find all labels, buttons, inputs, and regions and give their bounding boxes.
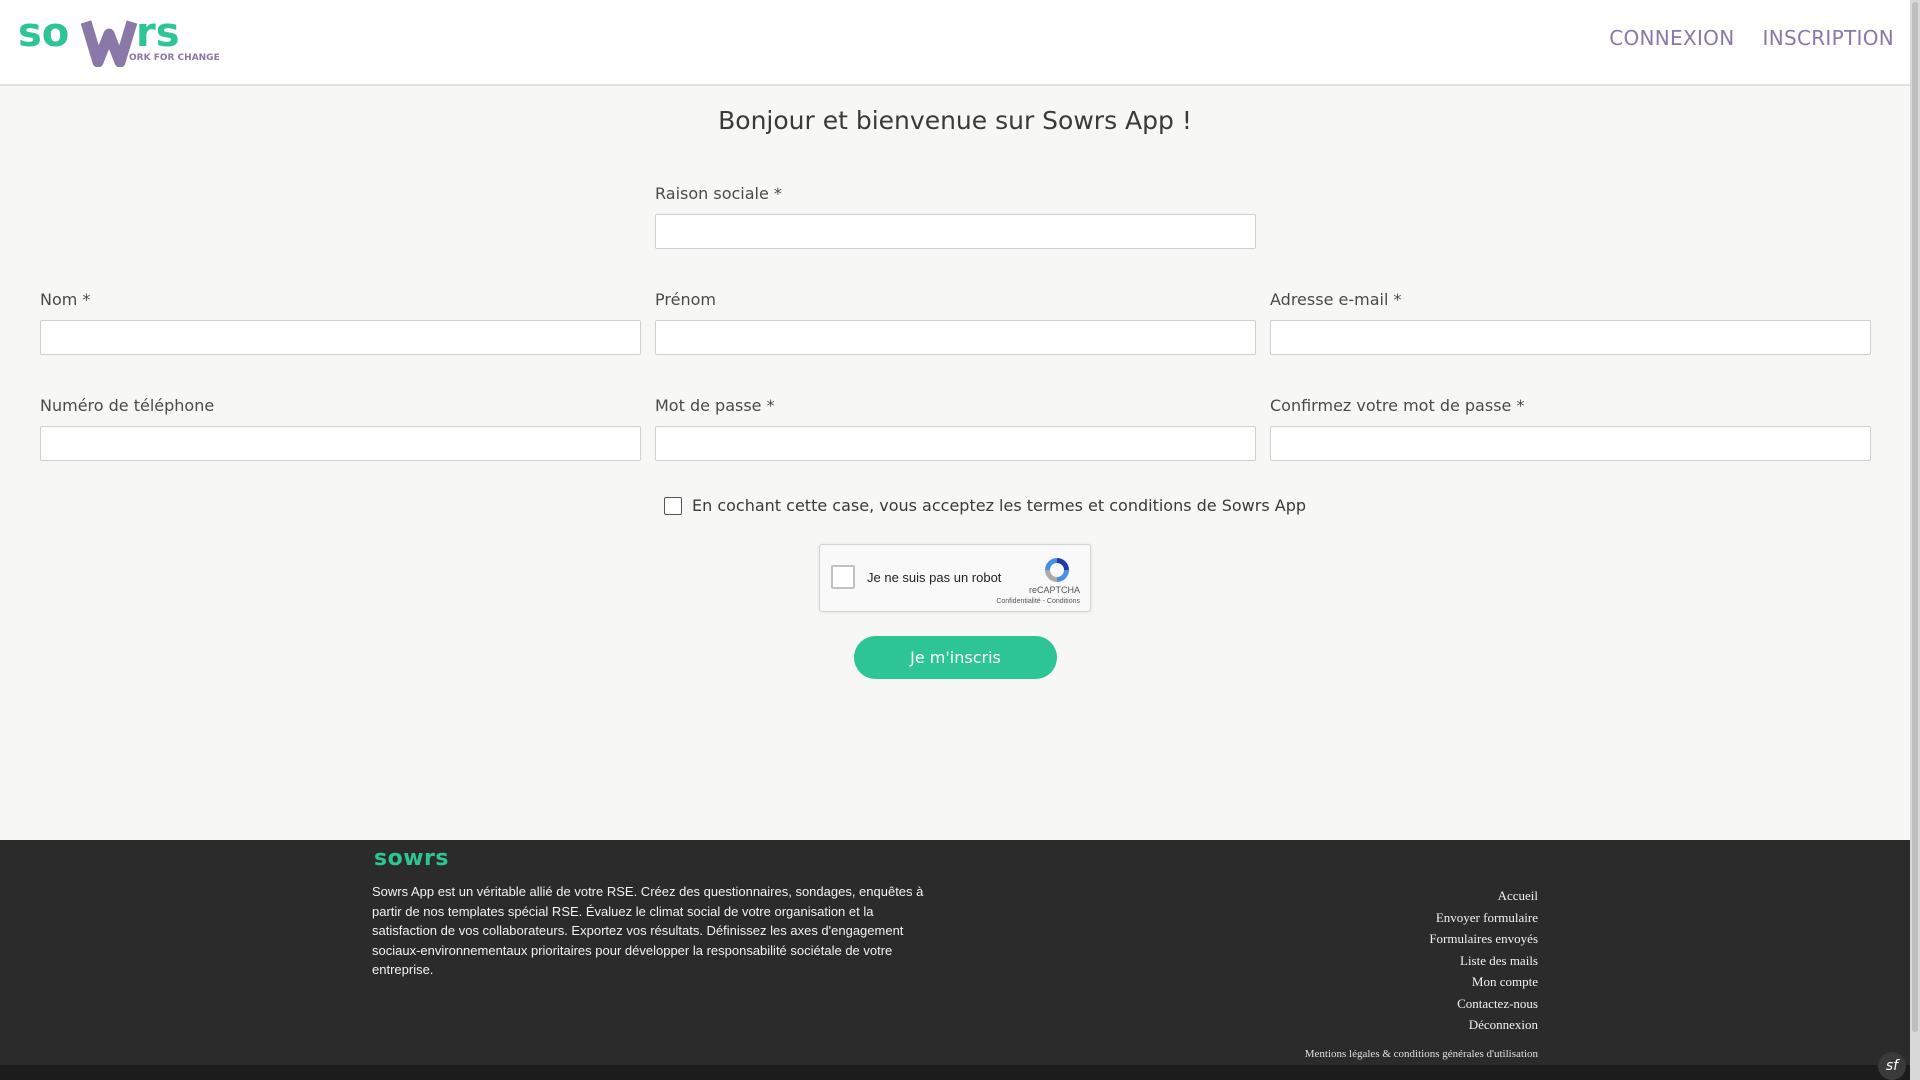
- password-confirm-input[interactable]: [1270, 426, 1871, 461]
- footer-link-mail-list[interactable]: Liste des mails: [1429, 950, 1538, 972]
- scrollbar-thumb[interactable]: [1912, 2, 1918, 1032]
- email-field-group: Adresse e-mail *: [1270, 290, 1871, 355]
- password-field-group: Mot de passe *: [655, 396, 1256, 461]
- footer-link-logout[interactable]: Déconnexion: [1429, 1014, 1538, 1036]
- password-label: Mot de passe *: [655, 396, 775, 415]
- first-name-field-group: Prénom: [655, 290, 1256, 355]
- nav-signup-link[interactable]: INSCRIPTION: [1763, 26, 1895, 50]
- recaptcha-brand: reCAPTCHA: [1028, 585, 1080, 595]
- top-nav: CONNEXION INSCRIPTION: [1609, 26, 1894, 50]
- email-label: Adresse e-mail *: [1270, 290, 1402, 309]
- footer-link-sent-forms[interactable]: Formulaires envoyés: [1429, 928, 1538, 950]
- recaptcha-checkbox[interactable]: [831, 565, 855, 589]
- svg-text:rs: rs: [136, 12, 180, 56]
- first-name-label: Prénom: [655, 290, 716, 309]
- footer-legal-link[interactable]: Mentions légales & conditions générales …: [1305, 1048, 1538, 1060]
- terms-checkbox[interactable]: [664, 496, 682, 515]
- nav-login-link[interactable]: CONNEXION: [1609, 26, 1734, 50]
- password-confirm-label: Confirmez votre mot de passe *: [1270, 396, 1525, 415]
- company-field-group: Raison sociale *: [655, 184, 1256, 249]
- phone-label: Numéro de téléphone: [40, 396, 215, 415]
- sowrs-logo[interactable]: so rs ORK FOR CHANGE: [18, 12, 228, 67]
- signup-submit-button[interactable]: Je m'inscris: [854, 636, 1057, 679]
- footer-link-send-form[interactable]: Envoyer formulaire: [1429, 907, 1538, 929]
- phone-input[interactable]: [40, 426, 641, 461]
- password-confirm-field-group: Confirmez votre mot de passe *: [1270, 396, 1871, 461]
- last-name-input[interactable]: [40, 320, 641, 355]
- password-input[interactable]: [655, 426, 1256, 461]
- first-name-input[interactable]: [655, 320, 1256, 355]
- svg-text:so: so: [18, 12, 69, 56]
- terms-label: En cochant cette case, vous acceptez les…: [692, 496, 1307, 515]
- footer-link-account[interactable]: Mon compte: [1429, 971, 1538, 993]
- recaptcha-widget: Je ne suis pas un robot reCAPTCHA Confid…: [819, 544, 1091, 612]
- page-title: Bonjour et bienvenue sur Sowrs App !: [718, 106, 1192, 135]
- page-scrollbar[interactable]: [1910, 0, 1920, 1080]
- symfony-toolbar-icon[interactable]: sf: [1878, 1052, 1906, 1080]
- svg-text:ORK FOR CHANGE: ORK FOR CHANGE: [129, 53, 220, 63]
- last-name-label: Nom *: [40, 290, 91, 309]
- bottom-bar: [0, 1065, 1910, 1080]
- recaptcha-links[interactable]: Confidentialité - Conditions: [996, 598, 1080, 605]
- recaptcha-label: Je ne suis pas un robot: [867, 570, 1002, 585]
- top-header: so rs ORK FOR CHANGE CONNEXION INSCRIPTI…: [0, 0, 1910, 86]
- footer-link-home[interactable]: Accueil: [1429, 885, 1538, 907]
- terms-row: En cochant cette case, vous acceptez les…: [664, 496, 1306, 515]
- email-input[interactable]: [1270, 320, 1871, 355]
- footer-link-contact[interactable]: Contactez-nous: [1429, 993, 1538, 1015]
- footer-logo[interactable]: sowrs: [374, 846, 449, 871]
- company-label: Raison sociale *: [655, 184, 782, 203]
- footer-links: Accueil Envoyer formulaire Formulaires e…: [1429, 885, 1538, 1036]
- phone-field-group: Numéro de téléphone: [40, 396, 641, 461]
- last-name-field-group: Nom *: [40, 290, 641, 355]
- page-footer: sowrs Sowrs App est un véritable allié d…: [0, 840, 1910, 1065]
- company-input[interactable]: [655, 214, 1256, 249]
- footer-description: Sowrs App est un véritable allié de votr…: [372, 884, 924, 977]
